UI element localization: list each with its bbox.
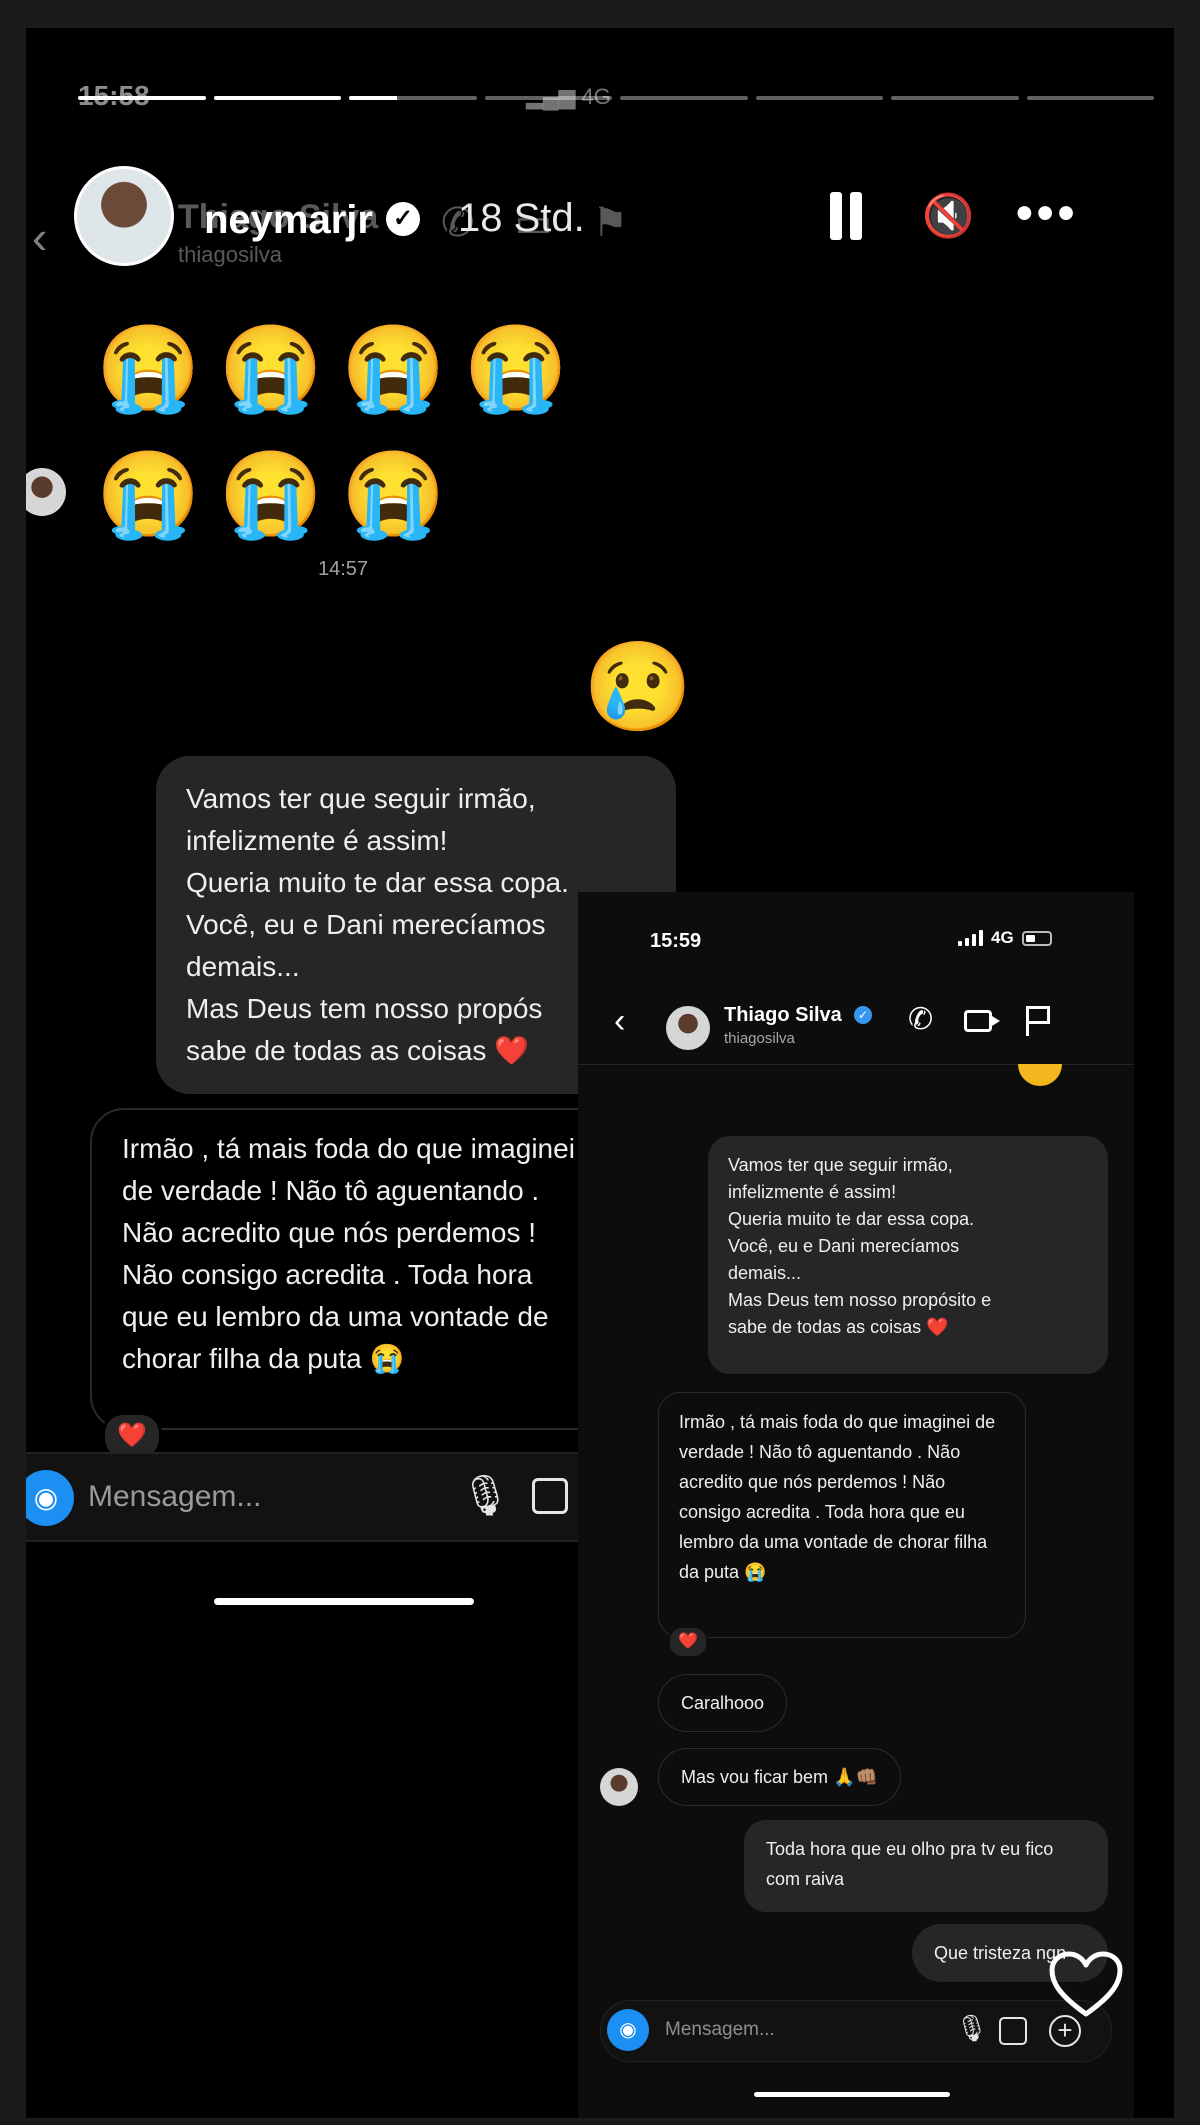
contact-avatar[interactable] [666,1006,710,1050]
crying-emoji: 😭 [218,321,324,415]
story-progress-segment [213,96,341,100]
story-frame: 15:58 ▂▄▆ 4G ‹ Thiago Silva thiagosilva … [26,28,1174,2118]
story-progress-fill [349,96,398,100]
sad-emoji: 😢 [583,637,693,736]
crying-emoji: 😭 [96,321,201,415]
contact-avatar [600,1768,638,1806]
incoming-message-text: Irmão , tá mais foda do que imaginei de … [679,1412,996,1582]
more-options-icon[interactable]: ••• [1016,186,1078,241]
flag-icon[interactable] [1026,1006,1051,1036]
crying-emoji: 😭 [96,447,201,541]
home-indicator [754,2092,950,2097]
contact-handle: thiagosilva [724,1030,795,1047]
story-progress-segment [484,96,612,100]
story-progress-segment [78,96,206,100]
phone-icon[interactable]: ✆ [908,1002,933,1037]
message-composer: ◉ Mensagem... 🎙 + [600,2000,1112,2062]
message-input[interactable]: Mensagem... [88,1480,261,1514]
verified-badge-icon: ✓ [386,202,420,236]
battery-icon [1021,930,1052,946]
pause-icon[interactable] [826,192,866,240]
status-time: 15:59 [650,930,702,952]
contact-name[interactable]: Thiago Silva [724,1004,842,1027]
home-indicator [214,1598,474,1605]
story-username[interactable]: neymarjr [204,198,373,243]
story-progress [78,96,1154,100]
incoming-message-bubble: Caralhooo [658,1674,788,1732]
story-progress-segment [891,96,1019,100]
mute-icon[interactable]: 🔇 [922,192,974,240]
add-icon[interactable]: + [1049,2015,1081,2047]
story-progress-fill [213,96,341,100]
emoji-peek [1018,1064,1062,1086]
background-back-icon: ‹ [32,211,48,263]
background-contact-handle: thiagosilva [178,242,282,267]
message-input[interactable]: Mensagem... [665,2019,775,2041]
heart-reaction: ❤️ [668,1626,708,1658]
incoming-message-bubble: Irmão , tá mais foda do que imaginei de … [90,1108,610,1430]
story-progress-segment [1026,96,1154,100]
microphone-icon[interactable]: 🎙 [955,2013,988,2044]
story-progress-segment [620,96,748,100]
outgoing-message-bubble: Vamos ter que seguir irmão, infelizmente… [708,1136,1108,1374]
incoming-message-text: Irmão , tá mais foda do que imaginei de … [122,1133,575,1374]
crying-emoji: 😭 [218,447,324,541]
emoji-row-2: 😭 😭 😭 [96,448,446,540]
story-header: ‹ Thiago Silva thiagosilva ✆▭⚑ neymarjr … [26,158,1174,278]
gallery-icon[interactable] [532,1478,568,1514]
contact-avatar [26,468,66,516]
signal-icon [958,930,983,946]
gallery-icon[interactable] [999,2017,1027,2045]
story-progress-segment [755,96,883,100]
microphone-icon[interactable]: 🎙 [460,1472,511,1519]
crying-emoji: 😭 [341,447,446,541]
verified-badge-icon: ✓ [854,1006,872,1024]
crying-emoji: 😭 [341,321,446,415]
incoming-message-bubble: Mas vou ficar bem 🙏👊🏽 [658,1748,901,1806]
status-indicators: 4G [958,928,1052,948]
story-progress-segment [349,96,477,100]
network-label: 4G [991,928,1014,947]
emoji-row-1: 😭 😭 😭 😭 [96,322,568,414]
story-avatar[interactable] [74,166,174,266]
video-call-icon[interactable] [964,1010,1000,1032]
incoming-message-bubble: Irmão , tá mais foda do que imaginei de … [658,1392,1026,1638]
camera-icon[interactable]: ◉ [26,1470,74,1526]
crying-emoji: 😭 [463,321,569,415]
story-time-ago: 18 Std. [458,196,585,240]
message-timestamp: 14:57 [318,558,369,580]
message-composer: ◉ Mensagem... 🎙 [26,1452,600,1542]
camera-icon[interactable]: ◉ [607,2009,649,2051]
heart-like-icon[interactable] [1048,1950,1124,2018]
outgoing-message-bubble: Toda hora que eu olho pra tv eu fico com… [744,1820,1108,1912]
chat-header: ‹ Thiago Silva ✓ thiagosilva ✆ [578,988,1134,1065]
back-icon[interactable]: ‹ [614,1002,625,1041]
story-progress-fill [78,96,206,100]
overlay-screenshot: 15:59 4G ‹ Thiago Silva ✓ thiagosilva ✆ … [578,892,1134,2118]
